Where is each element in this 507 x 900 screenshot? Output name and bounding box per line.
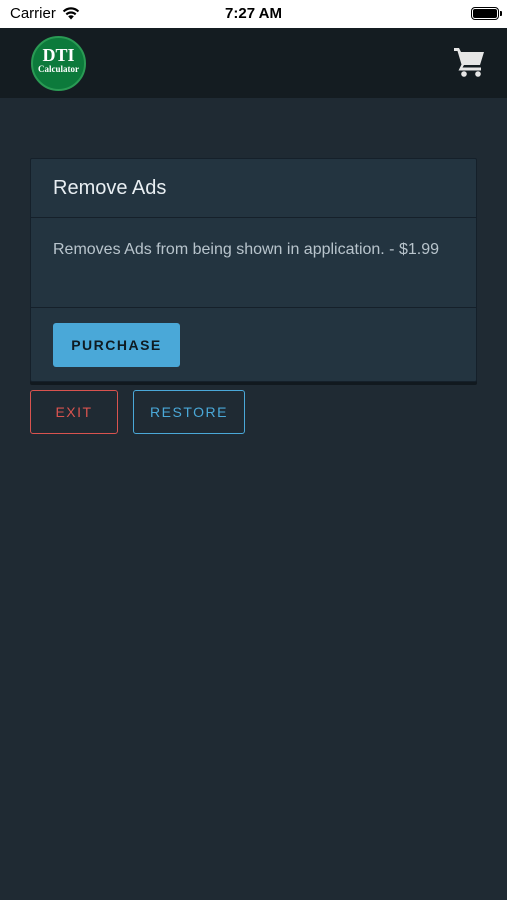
logo-subtitle: Calculator xyxy=(38,64,79,74)
card-footer: PURCHASE xyxy=(31,308,476,382)
exit-button[interactable]: EXIT xyxy=(30,390,118,434)
logo-title: DTI xyxy=(42,45,75,65)
status-time: 7:27 AM xyxy=(225,5,282,22)
status-bar: Carrier 7:27 AM xyxy=(0,0,507,28)
main-content: Remove Ads Removes Ads from being shown … xyxy=(0,98,507,900)
purchase-button[interactable]: PURCHASE xyxy=(53,323,180,367)
card-title: Remove Ads xyxy=(31,159,476,218)
shopping-cart-icon[interactable] xyxy=(453,44,487,78)
card-description: Removes Ads from being shown in applicat… xyxy=(31,218,476,308)
remove-ads-card: Remove Ads Removes Ads from being shown … xyxy=(30,158,477,382)
battery-icon xyxy=(471,7,502,20)
app-header: DTI Calculator xyxy=(0,28,507,98)
app-logo: DTI Calculator xyxy=(31,36,86,91)
restore-button[interactable]: RESTORE xyxy=(133,390,245,434)
